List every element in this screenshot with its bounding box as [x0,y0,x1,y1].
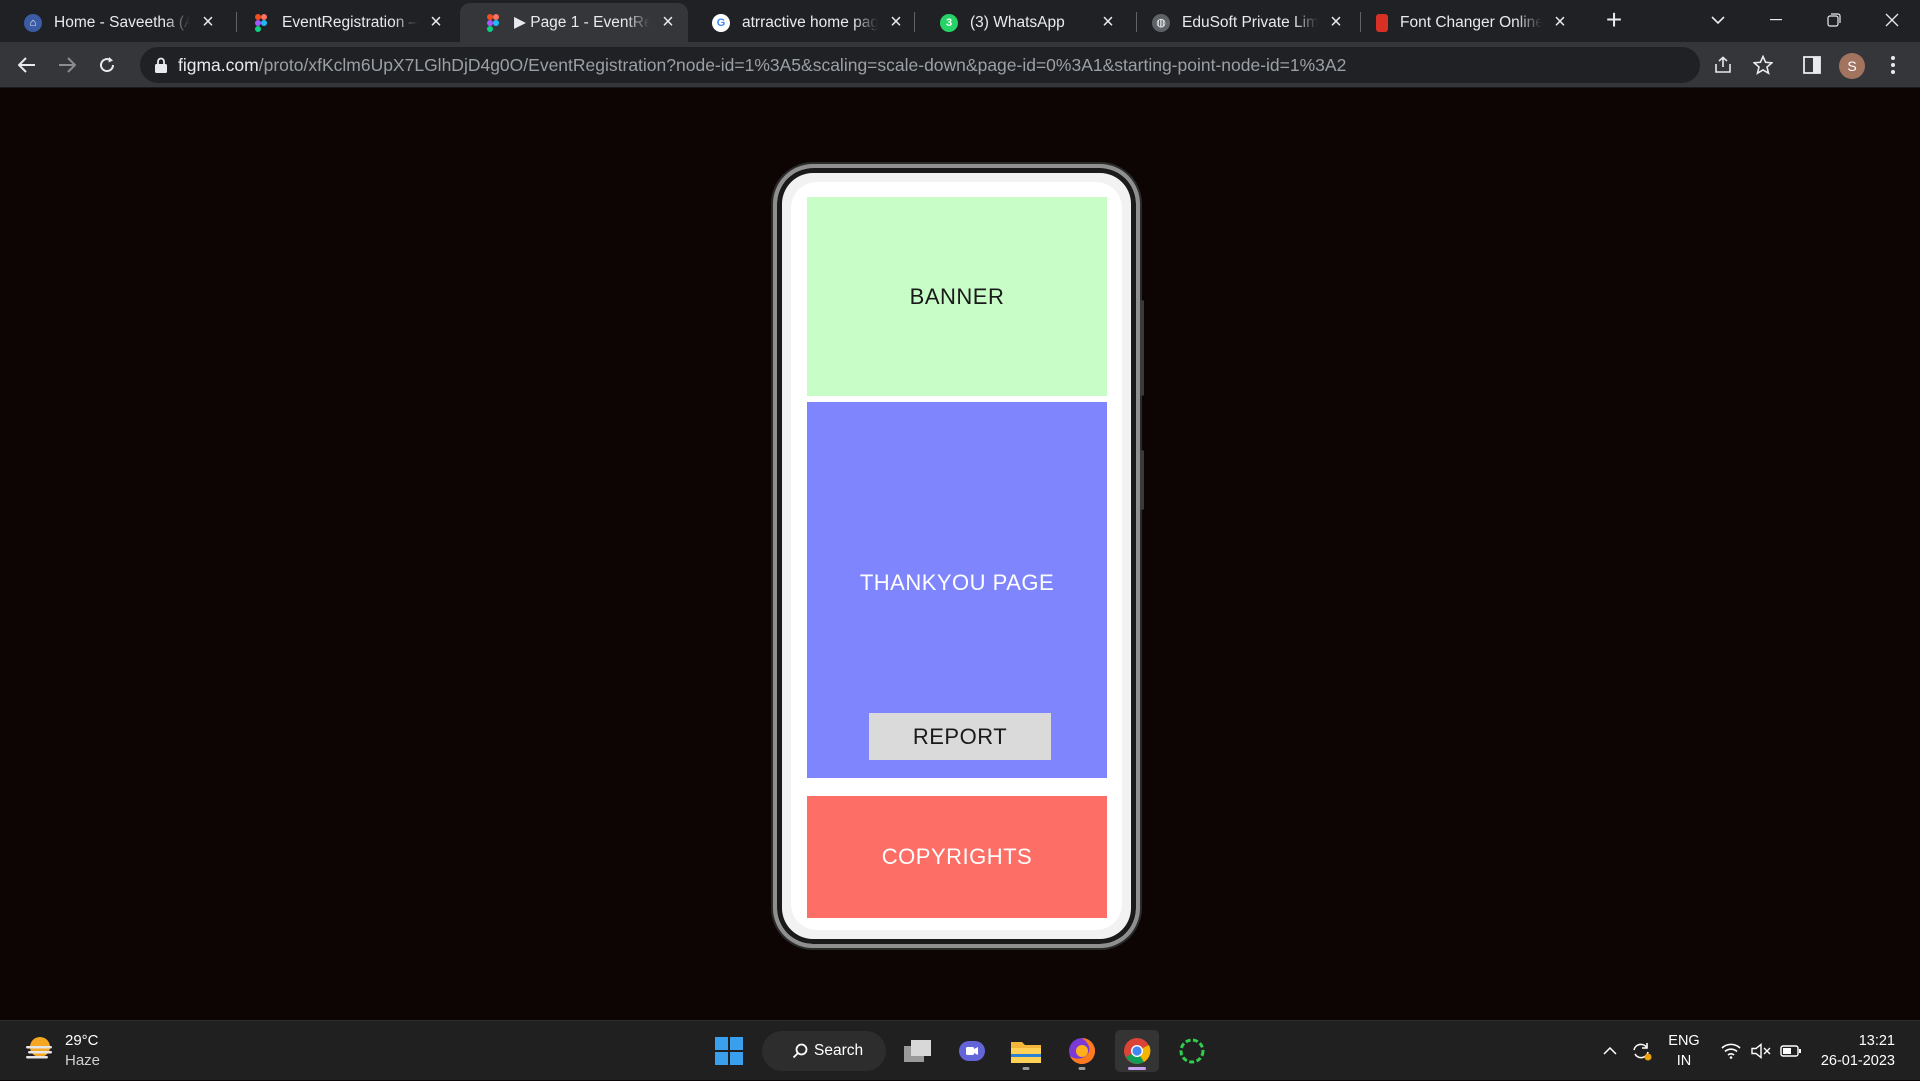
tab-home-saveetha[interactable]: ⌂ Home - Saveetha (Aut × [0,3,228,42]
tab-strip: ⌂ Home - Saveetha (Aut × EventRegistrati… [0,0,1920,42]
browser-toolbar: figma.com/proto/xfKclm6UpX7LGlhDjD4g0O/E… [0,42,1920,88]
firefox-button[interactable] [1060,1030,1104,1072]
lock-icon[interactable] [154,57,168,73]
folder-icon [1011,1042,1041,1063]
banner-section: BANNER [807,197,1107,396]
taskbar-search[interactable]: Search [762,1031,886,1071]
copyrights-section: COPYRIGHTS [807,796,1107,918]
report-button[interactable]: REPORT [869,713,1051,760]
wifi-icon [1721,1043,1741,1059]
clock-date: 26-01-2023 [1820,1053,1895,1069]
haze-weather-icon[interactable] [24,1034,56,1064]
share-icon[interactable] [1707,49,1739,81]
task-view-icon [904,1040,931,1062]
tab-title: EduSoft Private Limite [1182,13,1318,31]
clock[interactable]: 13:21 26-01-2023 [1815,1031,1895,1071]
chevron-up-icon [1603,1047,1617,1055]
task-view-button[interactable] [896,1030,940,1072]
saveetha-icon: ⌂ [24,13,42,32]
loading-app-button[interactable] [1170,1030,1214,1072]
taskbar: 29°C Haze Search ENG IN 13:21 26-01-2023 [0,1020,1920,1080]
new-tab-button[interactable]: + [1600,6,1628,35]
wifi-button[interactable] [1718,1021,1744,1081]
battery-icon [1780,1045,1801,1057]
spinner-icon [1179,1038,1205,1064]
tab-title: Home - Saveetha (Aut [54,13,190,31]
menu-kebab-icon[interactable] [1877,49,1909,81]
tab-title: EventRegistration – Fi [282,13,418,31]
restore-button[interactable] [1806,0,1862,40]
google-icon: G [712,13,730,32]
url-host: figma.com [178,55,259,75]
tab-page-1-active[interactable]: ▶ Page 1 - EventRegi × [460,3,688,42]
weather-condition[interactable]: Haze [65,1052,100,1069]
running-indicator [1078,1067,1086,1070]
language-indicator[interactable]: ENG IN [1668,1031,1700,1071]
volume-button[interactable] [1748,1021,1774,1081]
reload-button[interactable] [91,49,123,81]
banner-label: BANNER [909,283,1005,309]
windows-logo-icon [715,1037,743,1065]
sync-status-button[interactable] [1627,1021,1657,1081]
side-panel-icon[interactable] [1796,49,1828,81]
running-indicator [1022,1067,1030,1070]
close-icon[interactable]: × [198,12,218,33]
tab-title: (3) WhatsApp [970,13,1065,31]
close-icon[interactable]: × [658,12,678,33]
copyrights-label: COPYRIGHTS [881,844,1033,869]
tab-title: atrractive home page [742,13,878,31]
thankyou-label: THANKYOU PAGE [859,570,1055,595]
tab-search-icon[interactable] [1690,0,1746,40]
figma-icon [484,13,502,32]
close-icon[interactable]: × [1550,12,1570,33]
forward-button[interactable] [51,49,83,81]
search-icon [792,1043,808,1059]
firefox-icon [1069,1038,1095,1064]
close-icon[interactable]: × [1098,12,1118,33]
thankyou-section: THANKYOU PAGE REPORT [807,402,1107,778]
tab-edusoft[interactable]: ◍ EduSoft Private Limite × [1128,3,1356,42]
figma-icon [252,13,270,32]
close-icon[interactable]: × [886,12,906,33]
minimize-button[interactable] [1748,0,1804,40]
font-changer-icon [1376,13,1388,32]
battery-button[interactable] [1778,1021,1804,1081]
tab-google-search[interactable]: G atrractive home page × [688,3,916,42]
tab-event-registration[interactable]: EventRegistration – Fi × [228,3,456,42]
region-code: IN [1676,1053,1692,1069]
volume-muted-icon [1751,1043,1771,1059]
chrome-button[interactable] [1115,1030,1159,1072]
tab-whatsapp[interactable]: 3 (3) WhatsApp × [916,3,1128,42]
file-explorer-button[interactable] [1004,1030,1048,1072]
clock-time: 13:21 [1858,1033,1895,1049]
weather-temperature[interactable]: 29°C [65,1032,99,1049]
globe-icon: ◍ [1152,13,1170,32]
sync-icon [1633,1043,1652,1061]
language-code: ENG [1668,1033,1700,1049]
tab-title: ▶ Page 1 - EventRegi [514,14,650,31]
close-icon[interactable]: × [426,12,446,33]
teams-chat-button[interactable] [950,1030,994,1072]
tab-font-changer[interactable]: Font Changer Online × [1352,3,1580,42]
bookmark-star-icon[interactable] [1747,49,1779,81]
start-button[interactable] [707,1030,751,1072]
tab-separator [914,12,915,32]
back-button[interactable] [11,49,43,81]
search-label: Search [814,1042,864,1059]
chrome-icon [1124,1038,1151,1064]
phone-side-button [1140,450,1144,510]
close-window-button[interactable] [1864,0,1920,40]
close-icon[interactable]: × [1326,12,1346,33]
address-bar[interactable]: figma.com/proto/xfKclm6UpX7LGlhDjD4g0O/E… [140,47,1700,83]
tab-title: Font Changer Online [1400,13,1542,31]
whatsapp-icon: 3 [940,13,958,32]
url-path: /proto/xfKclm6UpX7LGlhDjD4g0O/EventRegis… [258,55,1347,75]
url-text[interactable]: figma.com/proto/xfKclm6UpX7LGlhDjD4g0O/E… [178,47,1346,83]
profile-avatar[interactable]: S [1839,53,1865,79]
active-indicator [1128,1067,1146,1070]
show-hidden-icons-button[interactable] [1598,1021,1622,1081]
chat-icon [959,1041,985,1061]
phone-side-button [1140,300,1144,396]
